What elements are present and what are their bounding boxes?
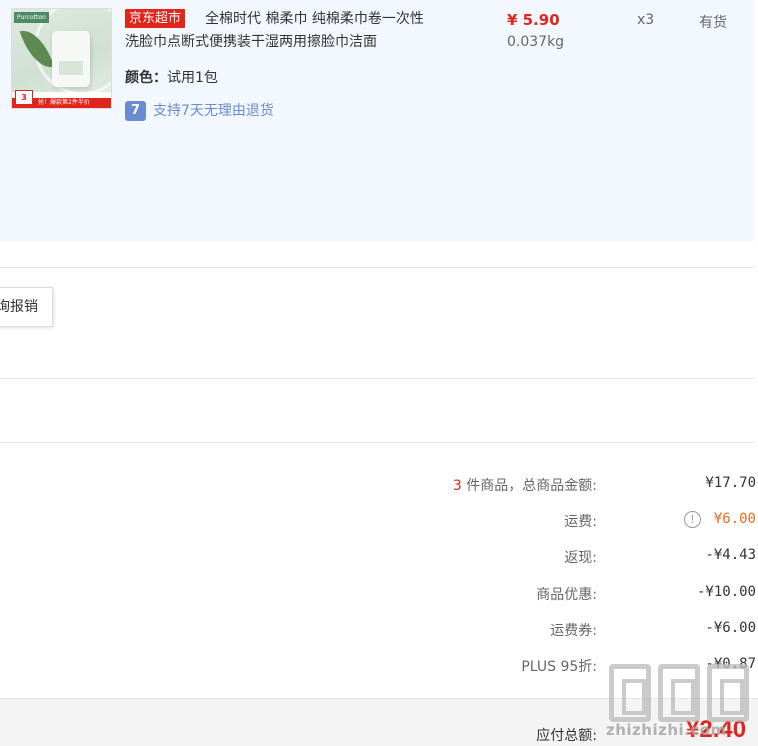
product-package-image [52,31,90,87]
shipping-label: 运费: [564,514,597,530]
attribute-label: 颜色： [125,70,167,86]
thumbnail-brand-logo: Purcotton [14,12,49,23]
watermark-glyph [609,664,651,722]
watermark-logo [609,664,749,722]
info-circle-icon[interactable]: ! [684,511,701,528]
divider [0,267,754,268]
product-discount-label: 商品优惠: [536,587,597,603]
total-payable-label: 应付总额: [536,728,597,744]
cashback-label: 返现: [564,550,597,566]
divider [0,442,754,443]
product-weight: 0.037kg [507,34,565,50]
product-price: ¥ 5.90 [507,11,560,29]
items-count: 3 [452,478,462,494]
items-label-text: 件商品，总商品金额: [461,478,597,494]
product-quantity: x3 [637,12,655,28]
attribute-value: 试用1包 [167,70,218,86]
items-total-value: ¥17.70 [705,475,756,491]
thumbnail-badge: 3 [15,90,33,105]
return-policy-text: 支持7天无理由退货 [153,103,274,119]
product-discount-value: -¥10.00 [696,584,756,600]
jd-supermarket-badge: 京东超市 [125,9,186,28]
shipping-coupon-label: 运费券: [550,623,597,639]
divider [0,378,754,379]
watermark-glyph [658,664,700,722]
watermark-text: zhizhizhi.com [606,721,727,739]
plus-discount-label: PLUS 95折: [521,659,597,675]
product-thumbnail[interactable]: Purcotton 抢！爆款第2件半价 3 [11,8,112,109]
seven-day-return-icon: 7 [125,101,146,121]
reimburse-inquiry-button[interactable]: 询报销 [0,287,53,327]
cashback-value: -¥4.43 [705,547,756,563]
items-total-label: 3 件商品，总商品金额: [453,475,597,495]
product-attribute: 颜色：试用1包 [125,67,218,87]
shipping-value: ¥6.00 [713,511,756,527]
stock-status: 有货 [699,15,727,31]
watermark-glyph [707,664,749,722]
shipping-coupon-value: -¥6.00 [705,620,756,636]
